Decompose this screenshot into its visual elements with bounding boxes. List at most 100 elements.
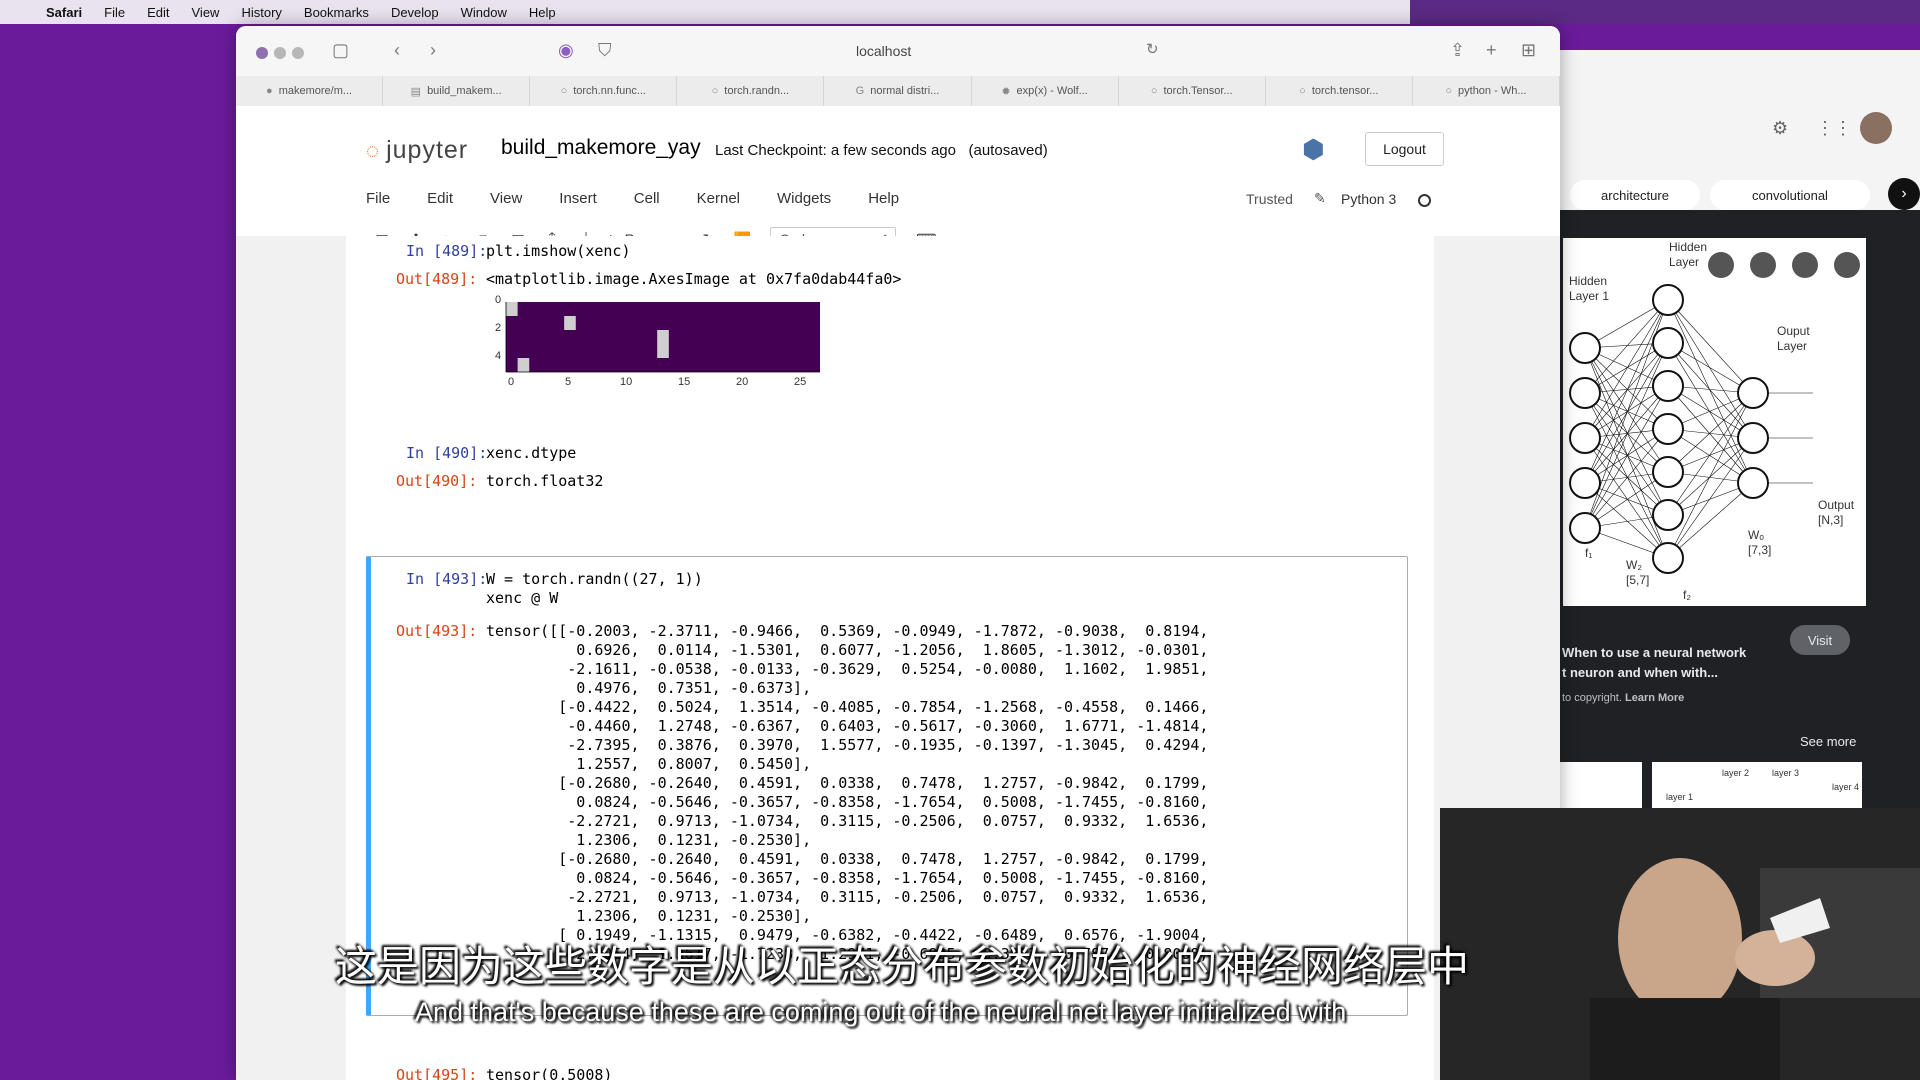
privacy-icon[interactable]: ◉ — [558, 40, 574, 61]
onehot-cell — [517, 358, 530, 372]
sidebar-toggle-icon[interactable]: ▢ — [332, 40, 349, 61]
menu-bar: Safari File Edit View History Bookmarks … — [0, 0, 1920, 24]
jupyter-logo[interactable]: ◌ jupyter — [366, 136, 468, 165]
zoom-window-button[interactable] — [292, 47, 304, 59]
jmenu-edit[interactable]: Edit — [427, 190, 453, 207]
trusted-indicator[interactable]: Trusted — [1246, 191, 1293, 207]
chip-architecture[interactable]: architecture — [1570, 180, 1700, 210]
minimize-window-button[interactable] — [274, 47, 286, 59]
menu-edit[interactable]: Edit — [147, 5, 169, 20]
pencil-icon[interactable]: ✎ — [1314, 190, 1326, 207]
prev-arrow-icon[interactable] — [1792, 252, 1818, 278]
notebook-name[interactable]: build_makemore_yay — [501, 136, 701, 160]
apps-grid-icon[interactable]: ⋮⋮ — [1816, 118, 1852, 139]
back-arrow-icon[interactable]: ‹ — [394, 40, 400, 61]
tab-build-makemore[interactable]: ▤ build_makem... — [383, 76, 531, 106]
in-prompt: In [493]: — [406, 570, 488, 588]
safari-toolbar: ▢ ‹ › ◉ ⛉ localhost ↻ ⇪ + ⊞ — [236, 26, 1560, 77]
in-prompt: In [490]: — [406, 444, 488, 462]
menu-safari[interactable]: Safari — [46, 5, 82, 20]
chevron-right-icon[interactable]: › — [1888, 178, 1920, 210]
menu-window[interactable]: Window — [461, 5, 507, 20]
jmenu-file[interactable]: File — [366, 190, 390, 207]
notebook-icon: ▤ — [410, 85, 422, 98]
jupyter-menu: File Edit View Insert Cell Kernel Widget… — [366, 190, 936, 207]
tab-makemore[interactable]: ● makemore/m... — [236, 76, 384, 106]
output-489: <matplotlib.image.AxesImage at 0x7fa0dab… — [486, 270, 902, 288]
chip-convolutional[interactable]: convolutional — [1710, 180, 1870, 210]
ytick-0: 0 — [495, 294, 502, 306]
jmenu-kernel[interactable]: Kernel — [697, 190, 740, 207]
tab-wolfram[interactable]: ✹ exp(x) - Wolf... — [972, 76, 1119, 106]
nn-edge — [1667, 342, 1754, 484]
learn-more-link[interactable]: Learn More — [1625, 692, 1684, 704]
neural-network-diagram[interactable]: Hidden Layer 1 Hidden Layer Ouput Layer … — [1563, 238, 1866, 606]
tab-torch-tensor-2[interactable]: ○ torch.tensor... — [1266, 76, 1413, 106]
w2-label: W₂ [5,7] — [1626, 558, 1650, 587]
see-more-link[interactable]: See more — [1800, 734, 1856, 749]
jmenu-insert[interactable]: Insert — [559, 190, 597, 207]
thumbnail-1[interactable] — [1560, 762, 1642, 810]
share-icon[interactable]: ⇪ — [1450, 40, 1465, 61]
shield-icon[interactable]: ⛉ — [598, 40, 612, 61]
menu-view[interactable]: View — [192, 5, 220, 20]
next-arrow-icon[interactable] — [1834, 252, 1860, 278]
visit-button[interactable]: Visit — [1790, 625, 1850, 655]
onehot-cell — [657, 330, 669, 344]
thumbnail-2[interactable]: layer 2 layer 3 layer 4 layer 1 — [1652, 762, 1862, 810]
card-title[interactable]: When to use a neural network — [1562, 645, 1746, 660]
nn-node — [1652, 413, 1684, 445]
output-490: torch.float32 — [486, 472, 604, 490]
ytick-4: 4 — [495, 350, 502, 362]
card-title-2[interactable]: t neuron and when with... — [1562, 665, 1718, 680]
jmenu-view[interactable]: View — [490, 190, 522, 207]
tab-normal-distri[interactable]: Gnormal distri... — [824, 76, 972, 106]
pytorch-icon: ○ — [1299, 85, 1306, 97]
code-cell-490[interactable]: xenc.dtype — [486, 444, 576, 462]
webcam-overlay — [1440, 808, 1920, 1080]
tab-overview-icon[interactable]: ⊞ — [1521, 40, 1536, 61]
output-layer-label: Ouput Layer — [1777, 324, 1810, 353]
xtick-20: 20 — [736, 376, 749, 388]
out-prompt: Out[490]: — [396, 472, 478, 490]
xtick-5: 5 — [565, 376, 572, 388]
new-tab-icon[interactable]: + — [1486, 40, 1497, 61]
menu-history[interactable]: History — [241, 5, 281, 20]
tab-label: normal distri... — [870, 85, 940, 97]
menu-develop[interactable]: Develop — [391, 5, 439, 20]
subtitle-english: And that's because these are coming out … — [415, 997, 1347, 1027]
reload-icon[interactable]: ↻ — [1146, 40, 1159, 58]
address-bar[interactable]: localhost — [856, 43, 911, 59]
menu-file[interactable]: File — [104, 5, 125, 20]
avatar[interactable] — [1860, 112, 1892, 144]
nn-node — [1737, 422, 1769, 454]
imshow-svg — [505, 302, 820, 373]
out-prompt: Out[495]: — [396, 1066, 478, 1080]
pytorch-icon: ○ — [560, 85, 568, 97]
jmenu-widgets[interactable]: Widgets — [777, 190, 831, 207]
tab-bar: ● makemore/m... ▤ build_makem... ○ torch.nn… — [236, 76, 1560, 107]
tab-torch-tensor-1[interactable]: ○ torch.Tensor... — [1119, 76, 1266, 106]
xtick-15: 15 — [678, 376, 691, 388]
lens-icon[interactable] — [1708, 252, 1734, 278]
menu-help[interactable]: Help — [529, 5, 556, 20]
tab-torch-randn[interactable]: ○ torch.randn... — [677, 76, 825, 106]
menu-bookmarks[interactable]: Bookmarks — [304, 5, 369, 20]
kernel-name[interactable]: Python 3 — [1341, 191, 1396, 207]
in-prompt: In [489]: — [406, 242, 488, 260]
jmenu-cell[interactable]: Cell — [634, 190, 660, 207]
more-options-icon[interactable] — [1750, 252, 1776, 278]
tab-torch-nn-func[interactable]: ○ torch.nn.func... — [530, 76, 678, 106]
pytorch-icon: ○ — [711, 85, 719, 97]
jmenu-help[interactable]: Help — [868, 190, 899, 207]
nn-node — [1569, 467, 1601, 499]
code-line-2[interactable]: xenc @ W — [486, 589, 558, 607]
tab-python[interactable]: ○ python - Wh... — [1413, 76, 1560, 106]
gear-icon[interactable]: ⚙ — [1772, 118, 1788, 139]
tab-label: build_makem... — [427, 85, 502, 97]
forward-arrow-icon[interactable]: › — [430, 40, 436, 61]
close-window-button[interactable] — [256, 47, 268, 59]
logout-button[interactable]: Logout — [1365, 132, 1444, 166]
code-cell-489[interactable]: plt.imshow(xenc) — [486, 242, 631, 260]
code-line-1[interactable]: W = torch.randn((27, 1)) — [486, 570, 703, 588]
